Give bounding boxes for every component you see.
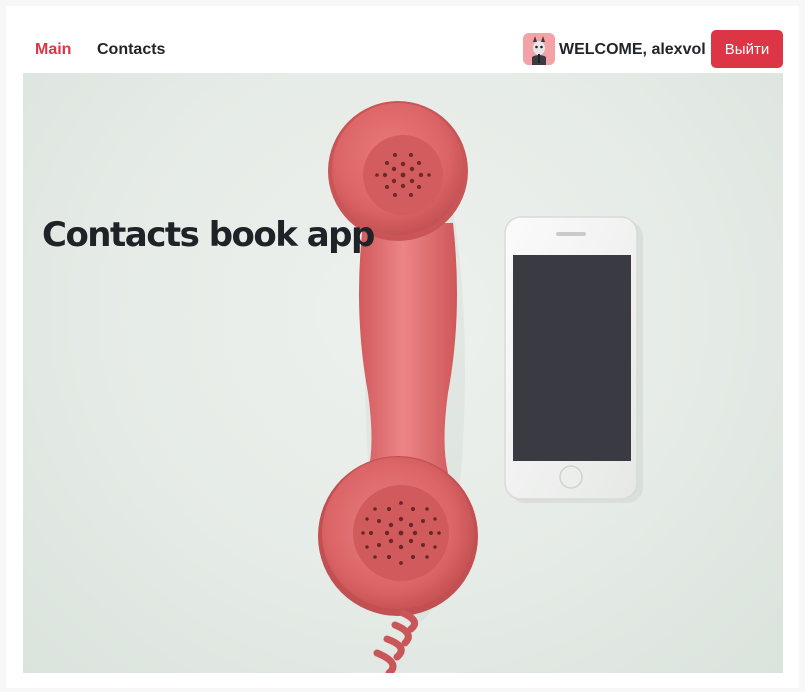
user-avatar-icon (523, 33, 555, 65)
nav-link-contacts[interactable]: Contacts (97, 41, 165, 59)
hero-image (318, 101, 643, 673)
hero-banner: Contacts book app (23, 73, 783, 673)
welcome-text: WELCOME, alexvol (559, 41, 706, 58)
hero-title: Contacts book app (42, 215, 375, 255)
nav-link-main[interactable]: Main (35, 41, 71, 59)
logout-button[interactable]: Выйти (711, 30, 783, 68)
navbar: Main Contacts WELCOME, alexvol Выйти (23, 24, 783, 72)
